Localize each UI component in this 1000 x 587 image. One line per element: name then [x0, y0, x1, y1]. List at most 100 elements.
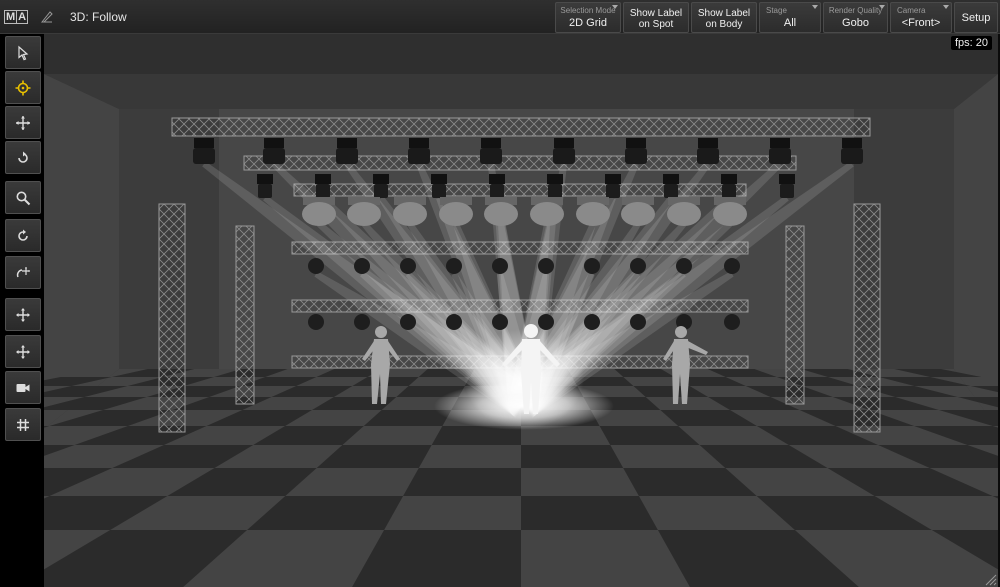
small-fixture[interactable]: [492, 314, 508, 330]
small-fixture[interactable]: [446, 258, 462, 274]
camera-value: <Front>: [901, 17, 941, 29]
dropdown-corner-icon: [812, 5, 818, 9]
small-fixture[interactable]: [584, 314, 600, 330]
zoom-tool-button[interactable]: [5, 181, 41, 214]
moving-head-fixture[interactable]: [336, 138, 358, 164]
wash-fixture[interactable]: [530, 197, 564, 226]
wash-fixture[interactable]: [667, 197, 701, 226]
show-label-spot-line1: Show Label: [629, 8, 683, 19]
wash-fixture[interactable]: [484, 197, 518, 226]
logo-letter-a: A: [16, 11, 27, 23]
moving-head-fixture[interactable]: [697, 138, 719, 164]
follow-target-tool-button[interactable]: [5, 71, 41, 104]
small-fixture[interactable]: [308, 258, 324, 274]
wash-fixture[interactable]: [347, 197, 381, 226]
move-xyz-tool-button[interactable]: [5, 335, 41, 368]
selection-mode-button[interactable]: Selection Mode 2D Grid: [555, 2, 621, 33]
title-bar: M A 3D: Follow Selection Mode 2D Grid Sh…: [0, 0, 1000, 34]
stage-button[interactable]: Stage All: [759, 2, 821, 33]
dropdown-corner-icon: [943, 5, 949, 9]
small-fixture[interactable]: [724, 314, 740, 330]
fps-counter: fps: 20: [950, 36, 992, 50]
rotate-tool-button[interactable]: [5, 141, 41, 174]
selection-mode-label: Selection Mode: [560, 6, 616, 15]
small-fixture[interactable]: [724, 258, 740, 274]
render-quality-button[interactable]: Render Quality Gobo: [823, 2, 888, 33]
window-pen-icon[interactable]: [40, 10, 54, 24]
small-fixture[interactable]: [354, 314, 370, 330]
rotate-move-icon: [16, 266, 30, 277]
spot-fixture[interactable]: [257, 174, 273, 198]
camera-tool-button[interactable]: [5, 371, 41, 404]
wash-fixture[interactable]: [393, 197, 427, 226]
room-left-wall: [44, 74, 119, 429]
moving-head-fixture[interactable]: [553, 138, 575, 164]
grid-tool-button[interactable]: [5, 408, 41, 441]
spot-fixture[interactable]: [721, 174, 737, 198]
small-fixture[interactable]: [400, 258, 416, 274]
small-fixture[interactable]: [584, 258, 600, 274]
wash-fixture[interactable]: [302, 197, 336, 226]
ceiling-frame: [44, 74, 998, 109]
render-quality-value: Gobo: [842, 17, 869, 29]
selection-mode-value: 2D Grid: [569, 17, 607, 29]
move-tool-button[interactable]: [5, 106, 41, 139]
camera-icon: [16, 383, 30, 392]
small-fixture[interactable]: [538, 258, 554, 274]
select-tool-button[interactable]: [5, 36, 41, 69]
small-fixture[interactable]: [446, 314, 462, 330]
spot-fixture[interactable]: [663, 174, 679, 198]
moving-head-fixture[interactable]: [480, 138, 502, 164]
wash-fixture[interactable]: [576, 197, 610, 226]
spot-fixture[interactable]: [431, 174, 447, 198]
move-icon: [16, 115, 30, 130]
floor-tile: [403, 468, 521, 496]
orbit-tool-button[interactable]: [5, 219, 41, 252]
wash-fixture[interactable]: [621, 197, 655, 226]
small-fixture[interactable]: [308, 314, 324, 330]
window-title: 3D: Follow: [70, 10, 127, 24]
3d-viewport[interactable]: fps: 20: [44, 34, 998, 587]
move-xy-tool-button[interactable]: [5, 298, 41, 331]
show-label-body-line1: Show Label: [697, 8, 751, 19]
logo-letter-m: M: [6, 11, 16, 23]
show-label-spot-line2: on Spot: [638, 19, 674, 30]
moving-head-fixture[interactable]: [263, 138, 285, 164]
wash-fixture[interactable]: [439, 197, 473, 226]
spot-fixture[interactable]: [315, 174, 331, 198]
rotate-move-tool-button[interactable]: [5, 256, 41, 289]
small-fixture[interactable]: [676, 258, 692, 274]
small-fixture[interactable]: [400, 314, 416, 330]
camera-button[interactable]: Camera <Front>: [890, 2, 952, 33]
small-fixture[interactable]: [354, 258, 370, 274]
small-fixture[interactable]: [630, 314, 646, 330]
floor-tile: [521, 445, 624, 468]
spot-fixture[interactable]: [373, 174, 389, 198]
spot-fixture[interactable]: [779, 174, 795, 198]
rotate-icon: [18, 151, 28, 163]
ma-logo[interactable]: M A: [4, 10, 29, 24]
dropdown-corner-icon: [879, 5, 885, 9]
small-fixture[interactable]: [630, 258, 646, 274]
move-xy-icon: [16, 307, 30, 322]
moving-head-fixture[interactable]: [408, 138, 430, 164]
small-fixture[interactable]: [538, 314, 554, 330]
show-label-on-body-button[interactable]: Show Label on Body: [691, 2, 757, 33]
small-fixture[interactable]: [492, 258, 508, 274]
wash-fixture[interactable]: [713, 197, 747, 226]
render-quality-label: Render Quality: [828, 6, 883, 15]
move-xyz-icon: [16, 344, 30, 359]
spot-fixture[interactable]: [489, 174, 505, 198]
moving-head-fixture[interactable]: [841, 138, 863, 164]
floor-tile: [521, 496, 658, 530]
spot-fixture[interactable]: [605, 174, 621, 198]
dropdown-corner-icon: [612, 5, 618, 9]
setup-button[interactable]: Setup: [954, 2, 998, 33]
spot-fixture[interactable]: [547, 174, 563, 198]
moving-head-fixture[interactable]: [769, 138, 791, 164]
moving-head-fixture[interactable]: [625, 138, 647, 164]
stage-value: All: [783, 17, 797, 29]
stage-scene[interactable]: [44, 34, 998, 587]
moving-head-fixture[interactable]: [193, 138, 215, 164]
show-label-on-spot-button[interactable]: Show Label on Spot: [623, 2, 689, 33]
